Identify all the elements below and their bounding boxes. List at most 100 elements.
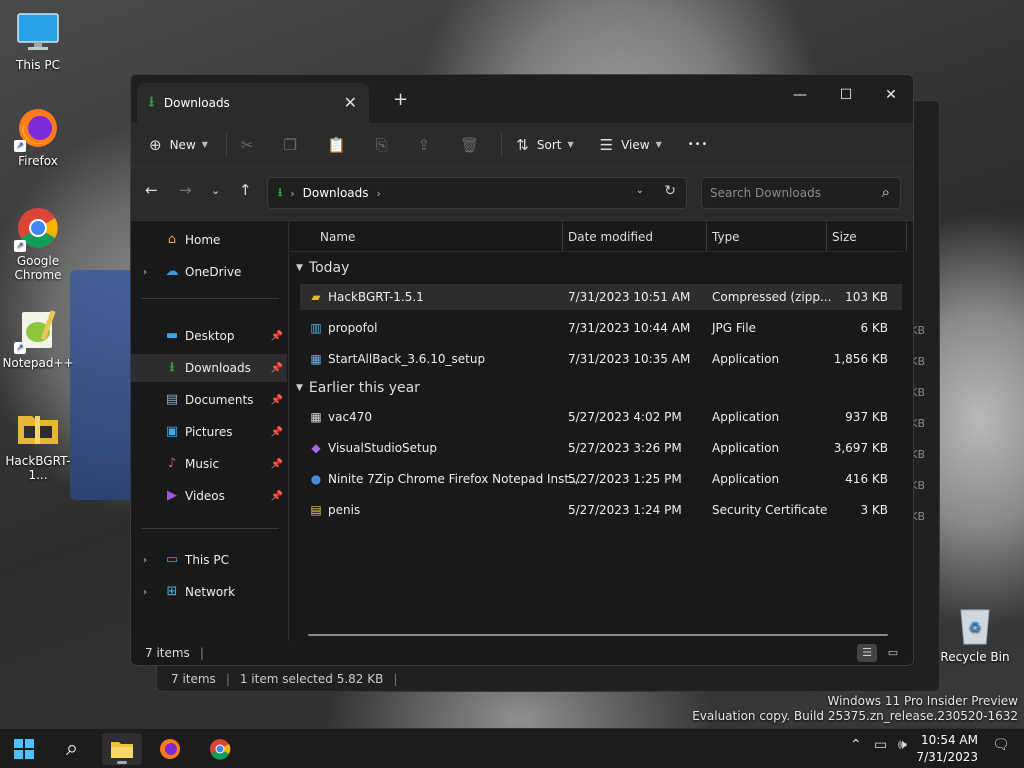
clock-time: 10:54 AM — [921, 733, 978, 747]
sidebar-item-documents[interactable]: ▤ Documents 📌 — [131, 386, 287, 414]
search-icon[interactable]: ⌕ — [52, 733, 92, 765]
search-icon[interactable]: ⌕ — [882, 183, 890, 201]
taskbar-firefox[interactable] — [150, 733, 190, 765]
chrome-icon — [210, 739, 231, 760]
delete-icon[interactable]: 🗑 — [460, 136, 479, 154]
horizontal-scrollbar[interactable] — [308, 634, 888, 636]
desktop-icon-chrome[interactable]: ↗ Google Chrome — [0, 206, 76, 282]
certificate-icon: ▤ — [310, 503, 322, 517]
table-row[interactable]: ▥ propofol 7/31/2023 10:44 AM JPG File 6… — [300, 315, 902, 341]
status-selection: 1 item selected 5.82 KB — [239, 672, 384, 686]
expand-chevron-icon[interactable]: › — [143, 587, 147, 598]
copy-icon[interactable]: ❐ — [284, 136, 297, 154]
new-tab-button[interactable]: + — [393, 89, 408, 110]
group-header-today[interactable]: ▼ Today — [296, 260, 349, 276]
title-bar[interactable]: ⭳ Downloads ✕ + — ☐ ✕ — [131, 75, 913, 123]
start-button[interactable] — [4, 733, 44, 765]
table-row[interactable]: ◆ VisualStudioSetup 5/27/2023 3:26 PM Ap… — [300, 435, 902, 461]
application-icon: ▦ — [310, 410, 322, 424]
table-row[interactable]: ▦ vac470 5/27/2023 4:02 PM Application 9… — [300, 404, 902, 430]
table-row[interactable]: ▦ StartAllBack_3.6.10_setup 7/31/2023 10… — [300, 346, 902, 372]
taskbar-clock[interactable]: 10:54 AM 7/31/2023 — [916, 732, 978, 766]
sidebar-item-videos[interactable]: ▶ Videos 📌 — [131, 482, 287, 510]
group-header-earlier[interactable]: ▼ Earlier this year — [296, 380, 420, 396]
tab-close-icon[interactable]: ✕ — [344, 93, 357, 112]
search-input[interactable] — [702, 178, 862, 208]
sidebar-item-home[interactable]: ⌂ Home — [131, 226, 287, 254]
breadcrumb-downloads[interactable]: Downloads — [303, 186, 369, 200]
sidebar-item-desktop[interactable]: ▬ Desktop 📌 — [131, 322, 287, 350]
music-icon: ♪ — [167, 456, 177, 471]
breadcrumb-separator-icon[interactable]: › — [377, 187, 381, 200]
minimize-button[interactable]: — — [777, 81, 823, 109]
show-hidden-icons-chevron-icon[interactable]: ⌃ — [850, 737, 862, 753]
shortcut-arrow-icon: ↗ — [14, 240, 26, 252]
share-icon[interactable]: ⇪ — [418, 136, 431, 154]
pin-icon[interactable]: 📌 — [271, 331, 283, 342]
desktop-icon-recycle-bin[interactable]: ♻ Recycle Bin — [937, 602, 1013, 664]
tab-downloads[interactable]: ⭳ Downloads ✕ — [137, 83, 369, 123]
expand-chevron-icon[interactable]: › — [143, 555, 147, 566]
desktop-icon-hackbgrt[interactable]: HackBGRT-1... — [0, 406, 76, 482]
table-row[interactable]: ▰ HackBGRT-1.5.1 7/31/2023 10:51 AM Comp… — [300, 284, 902, 310]
explorer-window[interactable]: ⭳ Downloads ✕ + — ☐ ✕ ⊕ New ▼ ✂ ❐ 📋 ⎘ ⇪ … — [130, 74, 914, 666]
up-arrow-icon[interactable]: ↑ — [239, 181, 252, 199]
sidebar-item-music[interactable]: ♪ Music 📌 — [131, 450, 287, 478]
volume-icon[interactable]: 🕪 — [898, 737, 907, 753]
taskbar-file-explorer[interactable] — [102, 733, 142, 765]
desktop-icon-notepadpp[interactable]: ↗ Notepad++ — [0, 308, 76, 370]
sidebar-item-downloads[interactable]: ⭳ Downloads 📌 — [131, 354, 287, 382]
table-row[interactable]: ● Ninite 7Zip Chrome Firefox Notepad Ins… — [300, 466, 902, 492]
tiles-view-icon[interactable]: ▭ — [883, 644, 903, 662]
chevron-down-icon[interactable]: ⌄ — [636, 185, 644, 196]
table-row[interactable]: ▤ penis 5/27/2023 1:24 PM Security Certi… — [300, 497, 902, 523]
chrome-icon: ↗ — [14, 206, 60, 252]
recycle-bin-icon: ♻ — [953, 602, 997, 646]
details-view-icon[interactable]: ☰ — [857, 644, 877, 662]
column-divider[interactable] — [826, 222, 827, 252]
back-arrow-icon[interactable]: ← — [145, 181, 158, 199]
taskbar-chrome[interactable] — [200, 733, 240, 765]
pin-icon[interactable]: 📌 — [271, 363, 283, 374]
pin-icon[interactable]: 📌 — [271, 491, 283, 502]
recent-chevron-icon[interactable]: ⌄ — [211, 184, 220, 197]
view-button[interactable]: ☰ View ▼ — [600, 136, 662, 154]
desktop-icon-label: Google Chrome — [14, 254, 62, 282]
search-box[interactable]: ⌕ — [701, 177, 901, 209]
network-icon[interactable]: ▭ — [874, 737, 887, 753]
pin-icon[interactable]: 📌 — [271, 459, 283, 470]
sidebar-item-pictures[interactable]: ▣ Pictures 📌 — [131, 418, 287, 446]
maximize-button[interactable]: ☐ — [823, 81, 869, 109]
paste-icon[interactable]: 📋 — [327, 136, 346, 154]
new-button[interactable]: ⊕ New ▼ — [149, 136, 208, 154]
rename-icon[interactable]: ⎘ — [376, 136, 388, 154]
column-header-name[interactable]: Name — [320, 230, 355, 244]
home-icon: ⌂ — [167, 232, 177, 247]
pin-icon[interactable]: 📌 — [271, 395, 283, 406]
column-header-date[interactable]: Date modified — [568, 230, 653, 244]
sort-icon: ⇅ — [516, 135, 529, 154]
refresh-icon[interactable]: ↻ — [664, 183, 676, 199]
notification-icon[interactable]: 🗨 — [992, 737, 1010, 753]
column-header-size[interactable]: Size — [832, 230, 857, 244]
address-bar[interactable]: ⭳ › Downloads › ⌄ ↻ — [267, 177, 687, 209]
sidebar-item-onedrive[interactable]: › ☁ OneDrive — [131, 258, 287, 286]
desktop-icon-label: Notepad++ — [2, 356, 74, 370]
sidebar-item-this-pc[interactable]: › ▭ This PC — [131, 546, 287, 574]
pin-icon[interactable]: 📌 — [271, 427, 283, 438]
divider — [141, 298, 279, 299]
more-options-button[interactable]: ••• — [688, 139, 709, 150]
expand-chevron-icon[interactable]: › — [143, 267, 147, 278]
cut-icon[interactable]: ✂ — [241, 136, 254, 154]
forward-arrow-icon[interactable]: → — [179, 181, 192, 199]
desktop-icon-this-pc[interactable]: This PC — [0, 10, 76, 72]
column-divider[interactable] — [706, 222, 707, 252]
sidebar-item-network[interactable]: › ⊞ Network — [131, 578, 287, 606]
ninite-icon: ● — [310, 472, 322, 486]
column-divider[interactable] — [562, 222, 563, 252]
column-divider[interactable] — [906, 222, 907, 252]
sort-button[interactable]: ⇅ Sort ▼ — [516, 136, 573, 154]
close-button[interactable]: ✕ — [868, 81, 913, 109]
column-header-type[interactable]: Type — [712, 230, 740, 244]
desktop-icon-firefox[interactable]: ↗ Firefox — [0, 106, 76, 168]
